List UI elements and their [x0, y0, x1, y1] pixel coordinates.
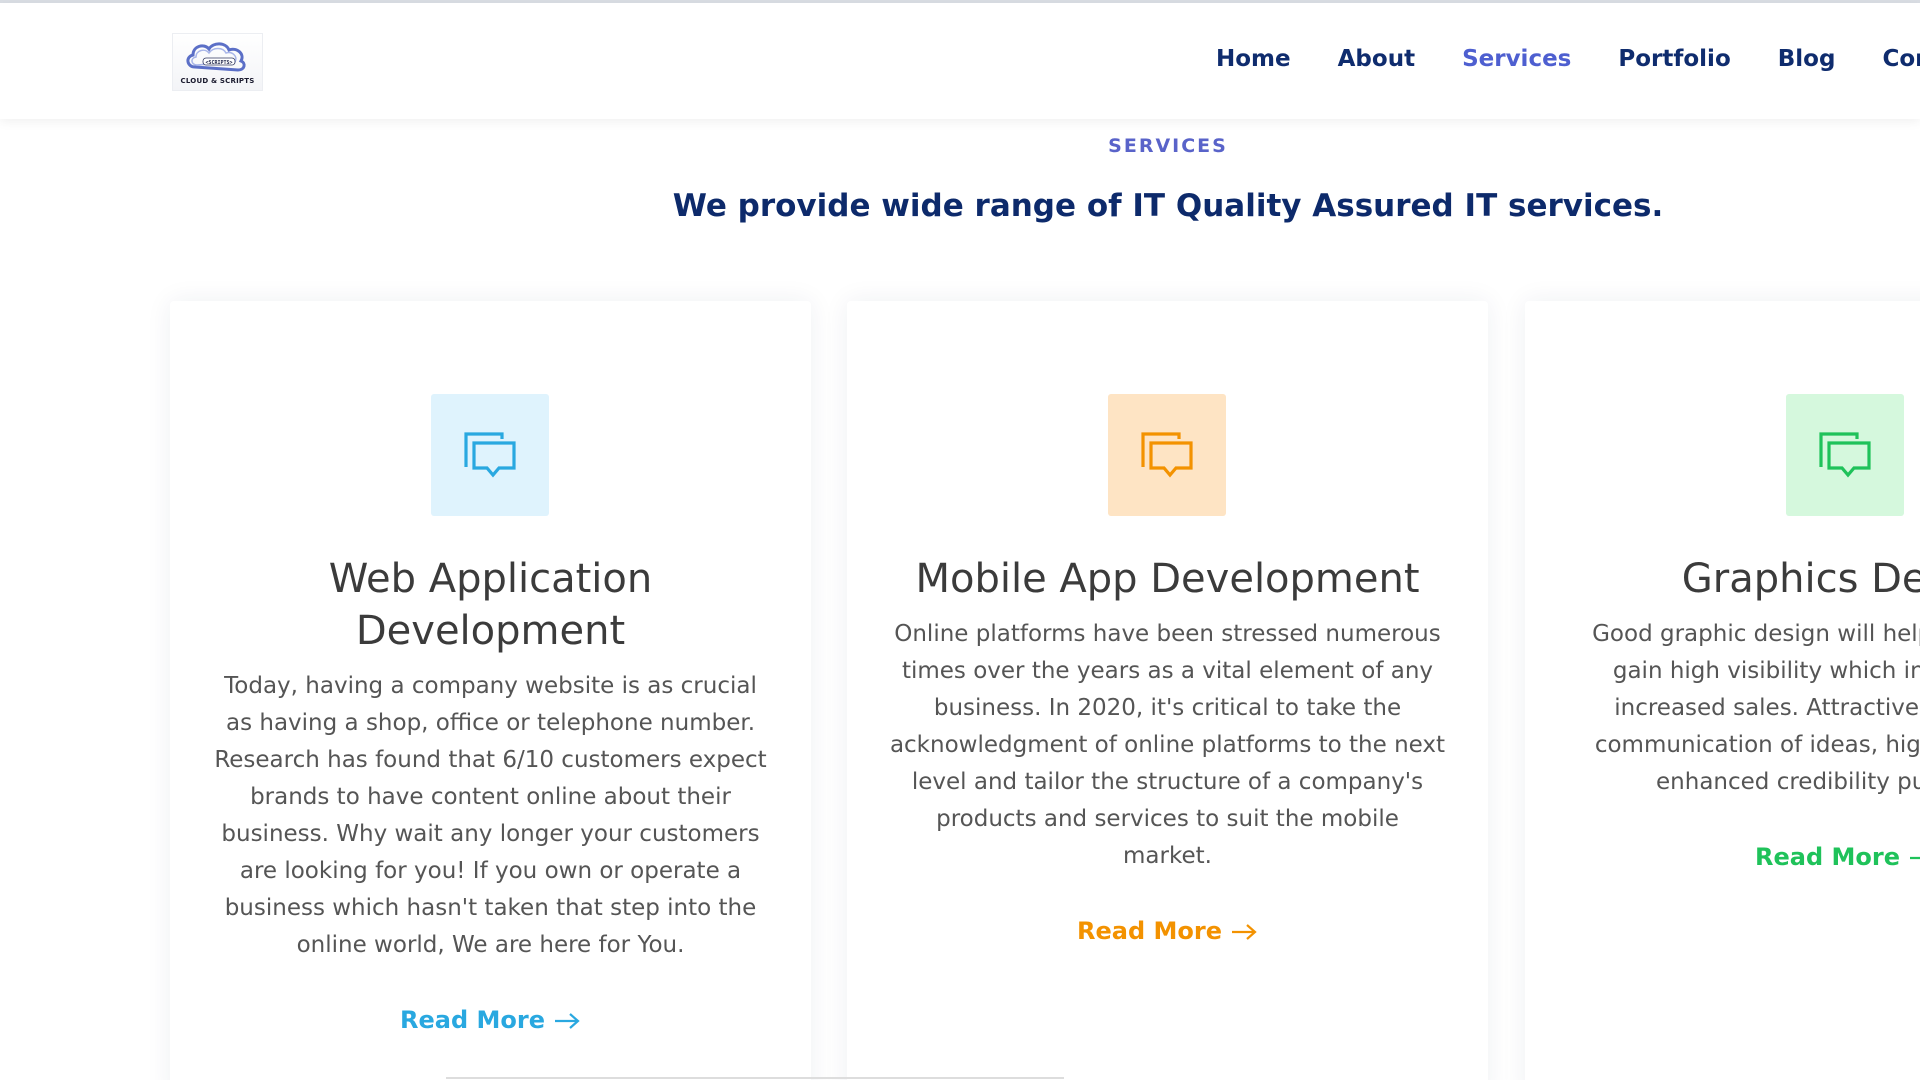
horizontal-scrollbar[interactable] [446, 1077, 1064, 1079]
arrow-right-icon [1909, 856, 1920, 860]
nav-services[interactable]: Services [1462, 46, 1571, 72]
read-more-link[interactable]: Read More [1525, 843, 1920, 871]
nav-home[interactable]: Home [1216, 46, 1291, 72]
card-description: Online platforms have been stressed nume… [889, 621, 1446, 869]
nav-portfolio[interactable]: Portfolio [1618, 46, 1730, 72]
chat-bubbles-icon [1819, 432, 1871, 478]
card-icon-box [1786, 394, 1904, 516]
nav-contact[interactable]: Contact [1882, 46, 1920, 72]
service-card-web: Web Application Development Today, havin… [170, 301, 811, 1080]
arrow-right-icon [554, 1013, 580, 1029]
card-title: Graphics Design [1681, 556, 1920, 602]
card-icon-box [1108, 394, 1226, 516]
chat-bubbles-icon [464, 432, 516, 478]
card-title: Mobile App Development [915, 556, 1420, 602]
nav-blog[interactable]: Blog [1778, 46, 1836, 72]
read-more-link[interactable]: Read More [170, 1006, 811, 1034]
nav-about[interactable]: About [1338, 46, 1415, 72]
card-description: Today, having a company website is as cr… [214, 673, 767, 958]
logo-badge-text: <SCRIPTS> [205, 60, 232, 66]
read-more-label: Read More [1077, 917, 1222, 945]
read-more-label: Read More [400, 1006, 545, 1034]
arrow-right-icon [1231, 924, 1257, 940]
section-eyebrow: SERVICES [1108, 135, 1228, 157]
viewport: <SCRIPTS> CLOUD & SCRIPTS Home About Ser… [0, 0, 1920, 1080]
service-card-graphics: Graphics Design Good graphic design will… [1525, 301, 1920, 1080]
card-icon-box [431, 394, 549, 516]
chat-bubbles-icon [1141, 432, 1193, 478]
read-more-link[interactable]: Read More [847, 917, 1488, 945]
card-title: Web Application Development [328, 556, 653, 654]
site-logo[interactable]: <SCRIPTS> CLOUD & SCRIPTS [172, 33, 263, 91]
service-card-mobile: Mobile App Development Online platforms … [847, 301, 1488, 1080]
site-header: <SCRIPTS> CLOUD & SCRIPTS Home About Ser… [0, 3, 1920, 119]
section-headline: We provide wide range of IT Quality Assu… [672, 188, 1664, 224]
logo-text: CLOUD & SCRIPTS [180, 77, 255, 85]
card-description: Good graphic design will help your busin… [1592, 621, 1920, 795]
read-more-label: Read More [1755, 843, 1900, 871]
main-nav: Home About Services Portfolio Blog Conta… [1216, 46, 1920, 72]
